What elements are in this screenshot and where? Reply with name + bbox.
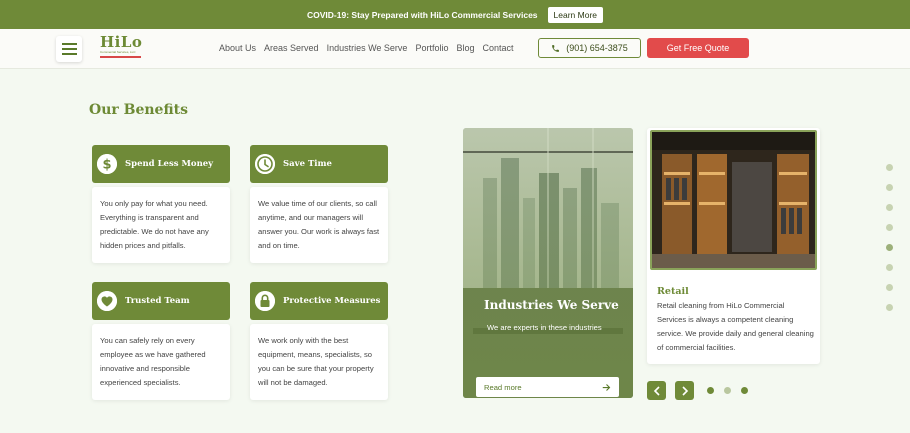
logo-underline (100, 56, 141, 58)
nav-contact[interactable]: Contact (482, 43, 513, 53)
slider-dot[interactable] (724, 387, 731, 394)
slider-dots (707, 387, 748, 394)
benefit-card-text: We work only with the best equipment, me… (250, 324, 388, 400)
hamburger-menu-icon[interactable] (56, 36, 82, 62)
slider-dot[interactable] (741, 387, 748, 394)
dollar-icon: $ (97, 154, 117, 174)
benefit-card-header: Trusted Team (92, 282, 230, 320)
benefit-card-title: Trusted Team (125, 296, 190, 306)
lock-icon (255, 291, 275, 311)
slider-dot[interactable] (707, 387, 714, 394)
chevron-right-icon (681, 385, 688, 396)
benefit-card-protective-measures: Protective Measures We work only with th… (250, 282, 388, 400)
side-page-dot[interactable] (886, 204, 893, 211)
industries-slide-image[interactable] (463, 128, 633, 398)
benefit-card-save-time: Save Time We value time of our clients, … (250, 145, 388, 263)
heart-icon (97, 291, 117, 311)
benefit-card-spend-less: $ Spend Less Money You only pay for what… (92, 145, 230, 263)
benefit-card-title: Protective Measures (283, 296, 381, 306)
retail-description: Retail cleaning from HiLo Commercial Ser… (657, 301, 814, 352)
slide-title: Industries We Serve (484, 298, 619, 312)
side-page-dot[interactable] (886, 164, 893, 171)
slider-next-button[interactable] (675, 381, 694, 400)
benefit-card-text: You can safely rely on every employee as… (92, 324, 230, 400)
main-nav: About Us Areas Served Industries We Serv… (219, 43, 514, 53)
phone-number: (901) 654-3875 (566, 43, 628, 53)
read-more-label: Read more (484, 382, 522, 392)
learn-more-button[interactable]: Learn More (547, 6, 603, 23)
slide-description: We are experts in these industries (487, 323, 602, 332)
side-page-dot[interactable] (886, 304, 893, 311)
nav-about-us[interactable]: About Us (219, 43, 256, 53)
covid-banner: COVID-19: Stay Prepared with HiLo Commer… (0, 0, 910, 29)
section-title: Our Benefits (89, 102, 188, 118)
benefit-card-text: You only pay for what you need. Everythi… (92, 187, 230, 263)
nav-areas-served[interactable]: Areas Served (264, 43, 319, 53)
retail-store-image (650, 130, 817, 270)
chevron-left-icon (653, 385, 660, 396)
benefit-card-header: $ Spend Less Money (92, 145, 230, 183)
side-page-dot[interactable] (886, 284, 893, 291)
side-page-dot[interactable] (886, 224, 893, 231)
read-more-button[interactable]: Read more (476, 377, 619, 397)
retail-title: Retail (657, 286, 689, 297)
phone-button[interactable]: (901) 654-3875 (538, 38, 641, 58)
slider-prev-button[interactable] (647, 381, 666, 400)
benefit-card-text: We value time of our clients, so call an… (250, 187, 388, 263)
logo[interactable]: HiLo Commercial Services, LLC (100, 35, 144, 63)
benefit-card-header: Protective Measures (250, 282, 388, 320)
svg-text:$: $ (102, 158, 111, 173)
clock-icon (255, 154, 275, 174)
benefit-card-title: Spend Less Money (125, 159, 214, 169)
nav-industries[interactable]: Industries We Serve (327, 43, 408, 53)
arrow-right-icon (602, 383, 611, 391)
side-page-dot[interactable] (886, 184, 893, 191)
side-page-dot[interactable] (886, 264, 893, 271)
slide-overlay (463, 128, 633, 398)
covid-message: COVID-19: Stay Prepared with HiLo Commer… (307, 9, 538, 20)
nav-portfolio[interactable]: Portfolio (415, 43, 448, 53)
benefit-card-trusted-team: Trusted Team You can safely rely on ever… (92, 282, 230, 400)
benefit-card-header: Save Time (250, 145, 388, 183)
phone-icon (552, 44, 560, 52)
get-free-quote-button[interactable]: Get Free Quote (647, 38, 749, 58)
logo-name: HiLo (100, 33, 143, 51)
nav-blog[interactable]: Blog (456, 43, 474, 53)
benefit-card-title: Save Time (283, 159, 332, 169)
side-page-dots (886, 164, 893, 311)
side-page-dot[interactable] (886, 244, 893, 251)
